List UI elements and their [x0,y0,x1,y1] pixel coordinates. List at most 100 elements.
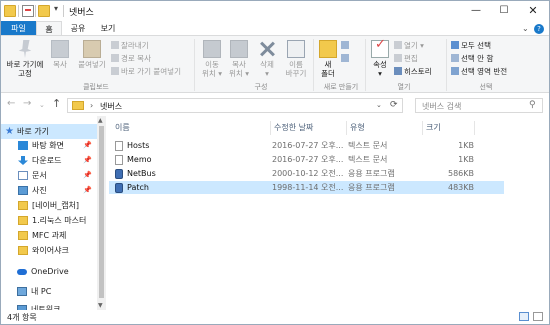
new-folder-quick-icon[interactable] [38,5,50,17]
tab-file[interactable]: 파일 [1,21,36,36]
copy-path-button[interactable]: 경로 복사 [111,54,151,64]
breadcrumb-separator[interactable]: › [90,101,93,110]
history-button[interactable]: 히스토리 [394,67,432,77]
column-header-size[interactable]: 크기 [426,121,441,135]
nav-item-naver-capture[interactable]: [네이버_캡처] [1,198,97,213]
paste-button[interactable]: 붙여넣기 [75,40,109,69]
rename-icon [287,40,305,58]
nav-item-desktop[interactable]: 바탕 화면 📌 [1,138,97,153]
details-view-icon[interactable] [519,312,529,321]
paste-icon [83,40,101,58]
forward-button[interactable]: → [23,98,31,109]
properties-icon [371,40,389,58]
easy-access-button[interactable] [341,54,351,64]
tab-view[interactable]: 보기 [95,21,121,36]
column-header-name[interactable]: 이름 [115,121,130,135]
edit-button[interactable]: 편집 [394,54,418,64]
nav-item-documents[interactable]: 문서 📌 [1,168,97,183]
close-button[interactable]: ✕ [519,1,547,21]
file-size: 1KB [458,155,474,164]
nav-item-wireshark[interactable]: 와이어샤크 [1,243,97,258]
open-group-label: 열기 [397,83,411,91]
search-input[interactable]: 넷버스 검색 ⚲ [415,98,543,113]
open-button[interactable]: 열기 ▾ [394,41,424,51]
navigation-pane: ★ 바로 가기 바탕 화면 📌 다운로드 📌 문서 📌 사진 📌 [네이버_캡처… [1,116,97,310]
file-type: 응용 프로그램 [348,183,395,192]
scissors-icon [111,41,119,49]
nav-item-linux-master[interactable]: 1.리눅스 마스터 [1,213,97,228]
nav-item-onedrive[interactable]: OneDrive [1,264,97,279]
nav-item-this-pc[interactable]: 내 PC [1,284,97,299]
search-icon[interactable]: ⚲ [529,100,536,110]
pin-icon: 📌 [83,171,92,179]
rename-button[interactable]: 이름 바꾸기 [282,40,310,78]
move-to-button[interactable]: 이동 위치 ▾ [198,40,226,78]
column-divider[interactable] [422,121,423,135]
help-icon[interactable]: ? [534,24,544,34]
nav-item-label: 바로 가기 [17,127,49,136]
move-to-label: 이동 위치 ▾ [202,60,222,78]
column-divider[interactable] [474,121,475,135]
scrollbar-thumb[interactable] [99,126,104,298]
navigation-scrollbar[interactable]: ▲ ▼ [97,116,106,310]
tab-home[interactable]: 홈 [36,21,62,36]
search-placeholder: 넷버스 검색 [422,102,462,111]
new-item-icon [341,41,349,49]
column-header-type[interactable]: 유형 [350,121,365,135]
scroll-down-icon[interactable]: ▼ [98,302,103,309]
expand-ribbon-button[interactable]: ⌄ [522,24,529,33]
desktop-icon [18,141,28,150]
refresh-button[interactable]: ⟳ [390,100,398,110]
nav-item-mfc-assignment[interactable]: MFC 과제 [1,228,97,243]
column-divider[interactable] [346,121,347,135]
file-row[interactable]: Hosts 2016-07-27 오후... 텍스트 문서 1KB [109,139,504,152]
file-row[interactable]: Memo 2016-07-27 오후... 텍스트 문서 1KB [109,153,504,166]
nav-item-downloads[interactable]: 다운로드 📌 [1,153,97,168]
navigation-bar: ← → ⌄ ↑ › 넷버스 ⌄ ⟳ 넷버스 검색 ⚲ [1,94,549,116]
paste-shortcut-label: 바로 가기 붙여넣기 [121,67,181,76]
new-folder-icon [319,40,337,58]
nav-item-quick-access[interactable]: ★ 바로 가기 [1,124,97,139]
maximize-button[interactable]: ☐ [490,1,518,21]
customize-toolbar-button[interactable]: ▾ [54,4,58,13]
text-file-icon [115,141,123,151]
file-row-selected[interactable]: Patch 1998-11-14 오전... 응용 프로그램 483KB [109,181,504,194]
paste-shortcut-button[interactable]: 바로 가기 붙여넣기 [111,67,181,77]
nav-item-network[interactable]: 네트워크 [1,302,97,310]
large-icons-view-icon[interactable] [533,312,543,321]
select-all-button[interactable]: 모두 선택 [451,41,491,51]
tab-share[interactable]: 공유 [65,21,91,36]
ribbon-tabs: 파일 홈 공유 보기 ⌄ ? [1,21,549,36]
nav-item-label: MFC 과제 [32,231,67,240]
delete-button[interactable]: 삭제 ▾ [254,40,280,78]
copy-to-button[interactable]: 복사 위치 ▾ [225,40,253,78]
file-row[interactable]: NetBus 2000-10-12 오전... 응용 프로그램 586KB [109,167,504,180]
column-divider[interactable] [270,121,271,135]
file-size: 586KB [447,169,474,178]
copy-button[interactable]: 복사 [49,40,71,69]
select-none-button[interactable]: 선택 안 함 [451,54,493,64]
folder-icon [18,231,28,240]
recent-locations-button[interactable]: ⌄ [39,101,45,109]
picture-icon [18,186,28,195]
invert-selection-button[interactable]: 선택 영역 반전 [451,67,507,77]
scroll-up-icon[interactable]: ▲ [98,117,103,124]
new-item-button[interactable] [341,41,351,51]
up-button[interactable]: ↑ [52,97,61,110]
properties-quick-icon[interactable] [22,5,34,17]
pin-quick-access-button[interactable]: 바로 가기에 고정 [5,40,45,78]
breadcrumb-current[interactable]: 넷버스 [100,101,122,112]
address-dropdown-button[interactable]: ⌄ [376,101,382,109]
back-button[interactable]: ← [7,98,15,109]
history-icon [394,67,402,75]
nav-item-label: 네트워크 [31,305,61,310]
minimize-button[interactable]: — [462,1,490,21]
pin-icon [18,40,32,58]
file-date: 2016-07-27 오후... [272,141,344,150]
cut-button[interactable]: 잘라내기 [111,41,149,51]
column-header-date[interactable]: 수정한 날짜 [274,121,313,135]
address-bar[interactable]: › 넷버스 ⌄ ⟳ [67,98,403,113]
new-folder-button[interactable]: 새 폴더 [317,40,339,78]
nav-item-pictures[interactable]: 사진 📌 [1,183,97,198]
properties-button[interactable]: 속성 ▾ [369,40,391,78]
